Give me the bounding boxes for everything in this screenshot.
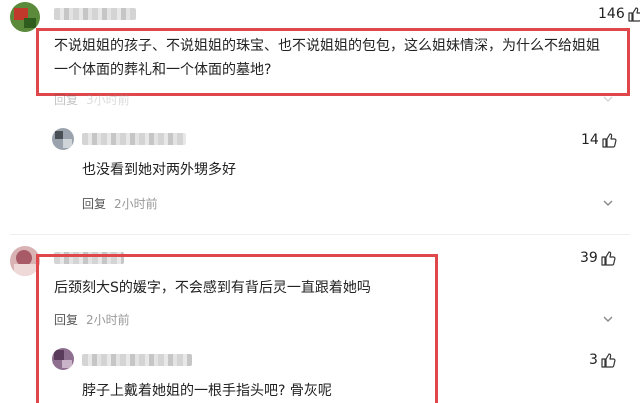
timestamp: 3小时前 xyxy=(86,93,130,107)
like-count: 146 xyxy=(598,6,625,22)
like-button[interactable]: 14 xyxy=(581,132,617,148)
thumbs-up-icon xyxy=(601,251,616,266)
comment-meta: 回复 2小时前 xyxy=(82,195,158,212)
avatar[interactable] xyxy=(52,128,74,150)
divider xyxy=(10,234,630,235)
username[interactable] xyxy=(54,8,136,20)
like-count: 14 xyxy=(581,132,599,148)
like-button[interactable]: 146 xyxy=(598,6,640,22)
chevron-down-icon[interactable] xyxy=(603,314,613,324)
thumbs-up-icon xyxy=(602,133,617,148)
like-button[interactable]: 3 xyxy=(589,352,616,368)
thumbs-up-icon xyxy=(628,7,640,22)
like-count: 39 xyxy=(580,250,598,266)
comment-text: 也没看到她对两外甥多好 xyxy=(82,162,236,178)
comment-meta: 回复 3小时前 xyxy=(54,91,130,108)
like-count: 3 xyxy=(589,352,598,368)
reply-button[interactable]: 回复 xyxy=(54,91,78,108)
reply-button[interactable]: 回复 xyxy=(82,195,106,212)
chevron-down-icon[interactable] xyxy=(603,94,613,104)
highlight-box xyxy=(36,28,630,96)
highlight-box xyxy=(36,254,438,403)
thumbs-up-icon xyxy=(601,353,616,368)
username[interactable] xyxy=(82,133,186,145)
like-button[interactable]: 39 xyxy=(580,250,616,266)
timestamp: 2小时前 xyxy=(114,197,158,211)
chevron-down-icon[interactable] xyxy=(603,198,613,208)
